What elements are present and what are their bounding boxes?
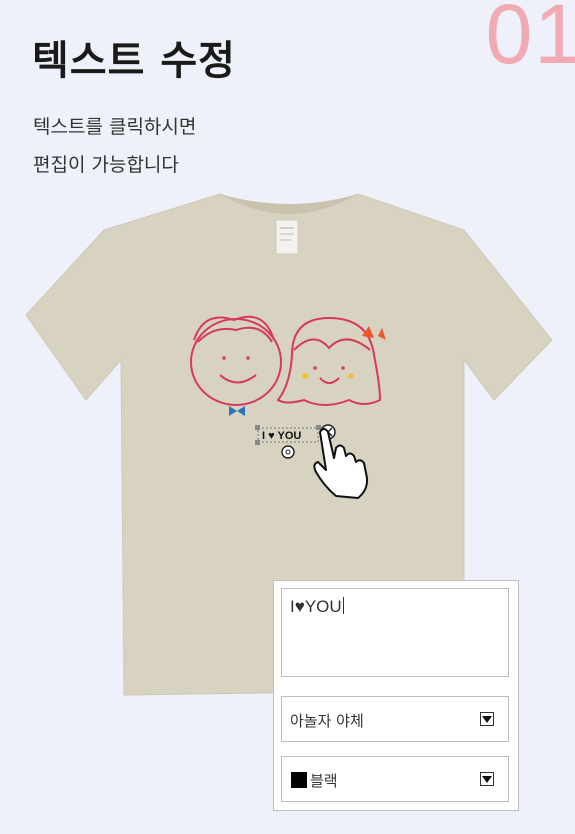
step-number: 01: [485, 0, 575, 81]
design-text[interactable]: I ♥ YOU: [262, 430, 301, 442]
page-title: 텍스트 수정: [32, 38, 236, 84]
dropdown-arrow-icon[interactable]: [480, 712, 494, 726]
text-input[interactable]: I♥YOU: [281, 588, 509, 677]
description-line-2: 편집이 가능합니다: [33, 154, 179, 176]
color-swatch: [291, 772, 307, 788]
description-line-1: 텍스트를 클릭하시면: [33, 116, 197, 138]
text-caret: [342, 597, 344, 614]
text-input-value: I♥YOU: [290, 597, 342, 616]
text-editor-panel: I♥YOU 아놀자 야체 블랙: [273, 580, 519, 811]
tshirt-label: [275, 219, 299, 255]
color-select-value: 블랙: [310, 772, 338, 790]
font-select-value: 아놀자 야체: [290, 712, 364, 730]
dropdown-arrow-icon[interactable]: [480, 772, 494, 786]
color-select[interactable]: 블랙: [281, 756, 509, 802]
rotate-handle-icon[interactable]: [281, 445, 295, 459]
font-select[interactable]: 아놀자 야체: [281, 696, 509, 742]
